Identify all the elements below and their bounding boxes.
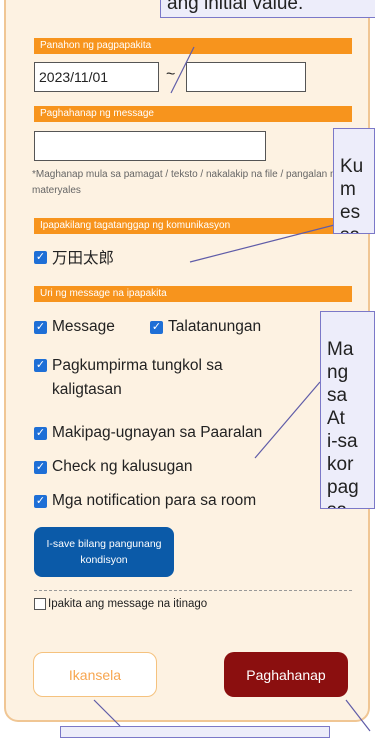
type-label: Makipag-ugnayan sa Paaralan [52,424,263,441]
cancel-button-label: Ikansela [68,666,122,683]
check-icon: ✓ [34,359,47,372]
recipient-header: Ipapakilang tagatanggap ng komunikasyon [34,218,352,234]
search-button[interactable]: Paghahanap [224,652,348,697]
message-search-hint: *Maghanap mula sa pamagat / teksto / nak… [32,169,342,196]
check-icon: ✓ [34,250,47,264]
check-icon: ✓ [34,494,47,508]
message-search-header: Paghahanap ng message [34,106,352,122]
search-button-label: Paghahanap [246,666,326,683]
check-icon: ✓ [150,320,163,334]
type-checkbox-room[interactable]: ✓ Mga notification para sa room [34,492,256,510]
right-callout-2: Ma ng sa At i-sa kor pag sa [320,311,375,509]
search-filter-panel: Panahon ng pagpapakita ~ Paghahanap ng m… [4,0,370,722]
type-checkbox-message[interactable]: ✓ Message [34,318,115,336]
period-header: Panahon ng pagpapakita [34,38,352,54]
right-callout-1: Ku m es sa [333,128,375,234]
check-icon: ✓ [34,426,47,440]
date-separator: ~ [166,66,176,83]
bottom-callout [60,726,330,738]
message-search-input[interactable] [34,131,266,161]
right-callout-1-text: Ku m es sa [340,156,364,233]
type-label: Pagkumpirma tungkol sa kaligtasan [52,357,223,398]
check-icon: ✓ [34,460,47,474]
top-callout-text: ang initial value. [167,0,304,14]
recipient-checkbox[interactable]: ✓ 万田太郎 [34,246,114,268]
dashed-divider [34,590,352,591]
right-callout-2-text: Ma ng sa At i-sa kor pag sa [327,339,359,508]
type-label: Talatanungan [168,318,262,335]
type-checkbox-paaralan[interactable]: ✓ Makipag-ugnayan sa Paaralan [34,424,262,442]
cancel-button[interactable]: Ikansela [33,652,157,697]
type-checkbox-kalusugan[interactable]: ✓ Check ng kalusugan [34,458,192,476]
type-label: Check ng kalusugan [52,458,193,475]
type-label: Mga notification para sa room [52,492,257,509]
recipient-name: 万田太郎 [52,250,115,267]
unchecked-box-icon [34,598,46,610]
show-hidden-label: Ipakita ang message na itinago [48,598,208,610]
type-checkbox-talatanungan[interactable]: ✓ Talatanungan [150,318,261,336]
save-button-label: I-save bilang pangunang kondisyon [46,538,162,566]
message-types-header: Uri ng message na ipapakita [34,286,352,302]
date-from-input[interactable] [34,62,159,92]
save-default-condition-button[interactable]: I-save bilang pangunang kondisyon [34,527,174,577]
date-to-input[interactable] [186,62,306,92]
show-hidden-checkbox[interactable]: Ipakita ang message na itinago [34,598,207,610]
check-icon: ✓ [34,320,47,334]
top-callout: ang initial value. [160,0,375,18]
type-label: Message [52,318,115,335]
type-checkbox-kaligtasan[interactable]: ✓ Pagkumpirma tungkol sa kaligtasan [34,354,284,402]
